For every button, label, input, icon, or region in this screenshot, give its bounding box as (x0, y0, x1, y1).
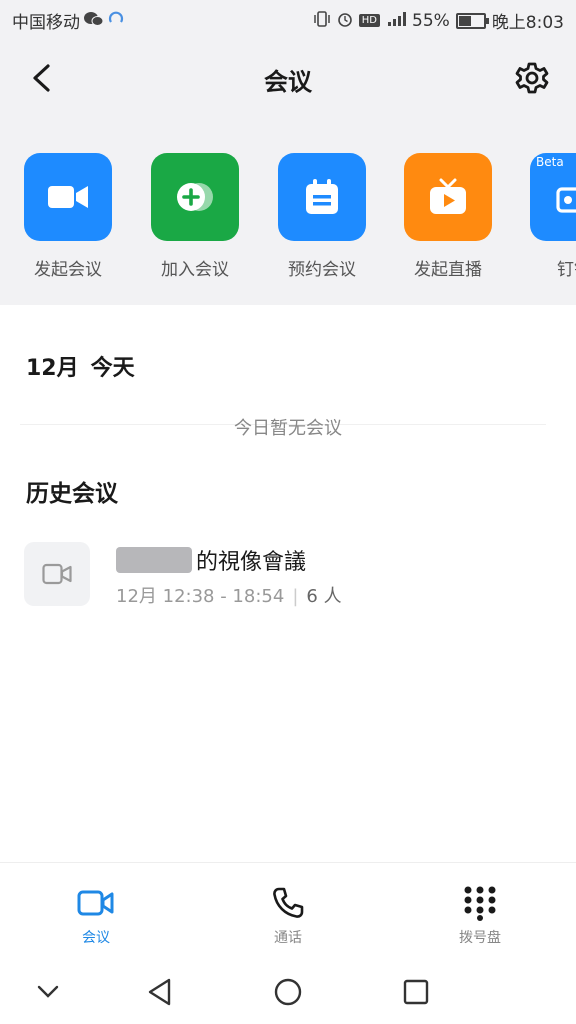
history-section-title: 历史会议 (26, 481, 118, 507)
schedule-meeting-button[interactable]: 预约会议 (262, 153, 382, 280)
video-camera-icon (24, 153, 112, 241)
start-meeting-button[interactable]: 发起会议 (8, 153, 128, 280)
page-title: 会议 (264, 68, 312, 96)
meeting-attendees: 6 人 (306, 586, 342, 607)
action-label: 发起会议 (34, 260, 102, 280)
action-label: 预约会议 (288, 260, 356, 280)
tab-calls[interactable]: 通话 (228, 883, 348, 947)
action-label: 加入会议 (161, 260, 229, 280)
bottom-tab-bar: 会议 通话 拨号盘 (0, 862, 576, 959)
wechat-icon (84, 11, 104, 31)
history-meeting-item[interactable]: 的視像會議 12月 12:38 - 18:54 | 6 人 (24, 540, 554, 610)
circle-home-icon (274, 978, 302, 1006)
signal-icon (386, 11, 407, 31)
meeting-thumbnail (24, 542, 90, 606)
tab-label: 通话 (274, 930, 302, 946)
quick-actions: 发起会议 加入会议 预约会议 发起直播 Beta 钉钉 (0, 153, 576, 293)
alarm-icon (337, 11, 353, 31)
tab-dialpad[interactable]: 拨号盘 (420, 883, 540, 947)
meeting-name-suffix: 的視像會議 (196, 550, 307, 575)
beta-badge: Beta (536, 155, 564, 169)
status-time: 晚上8:03 (491, 13, 564, 33)
tab-label: 会议 (82, 930, 110, 946)
square-recents-icon (403, 979, 429, 1005)
nav-home-button[interactable] (268, 974, 308, 1010)
meeting-name: 的視像會議 (116, 544, 306, 576)
meeting-meta: 12月 12:38 - 18:54 | 6 人 (116, 582, 342, 608)
chevron-down-icon (37, 985, 59, 998)
today-date-row: 12月 今天 (26, 350, 135, 382)
settings-button[interactable] (512, 58, 552, 98)
redacted-name (116, 547, 192, 573)
today-date: 12月 (26, 356, 79, 381)
start-live-button[interactable]: 发起直播 (388, 153, 508, 280)
header: 会议 (0, 50, 576, 106)
phone-icon (273, 887, 304, 918)
battery-icon (455, 12, 489, 29)
tv-play-icon (404, 153, 492, 241)
join-plus-icon (151, 153, 239, 241)
action-label: 发起直播 (414, 260, 482, 280)
status-bar: 中国移动 HD 55% 晚上8:03 (0, 0, 576, 40)
loading-ring-icon (108, 11, 124, 31)
gear-icon (515, 62, 549, 94)
dialpad-icon (464, 886, 496, 921)
video-camera-icon (42, 563, 72, 585)
meeting-time-range: 12月 12:38 - 18:54 (116, 586, 285, 607)
battery-percent: 55% (412, 10, 450, 31)
collapse-nav-button[interactable] (28, 974, 68, 1010)
meta-separator: | (292, 586, 299, 607)
video-camera-icon (77, 890, 114, 916)
nav-recents-button[interactable] (396, 974, 436, 1010)
triangle-back-icon (148, 978, 171, 1006)
hd-badge: HD (358, 14, 381, 27)
system-nav-bar (0, 958, 576, 1024)
dingtalk-action-button[interactable]: Beta 钉钉 (514, 153, 576, 280)
action-label: 钉钉 (557, 260, 576, 280)
today-label: 今天 (90, 356, 135, 381)
tab-meetings[interactable]: 会议 (36, 883, 156, 947)
nav-back-button[interactable] (140, 974, 180, 1010)
calendar-icon (278, 153, 366, 241)
empty-state-text: 今日暂无会议 (234, 418, 342, 439)
vibrate-icon (313, 10, 331, 31)
tab-label: 拨号盘 (459, 930, 501, 946)
share-screen-icon: Beta (530, 153, 576, 241)
carrier-label: 中国移动 (12, 13, 80, 33)
join-meeting-button[interactable]: 加入会议 (135, 153, 255, 280)
